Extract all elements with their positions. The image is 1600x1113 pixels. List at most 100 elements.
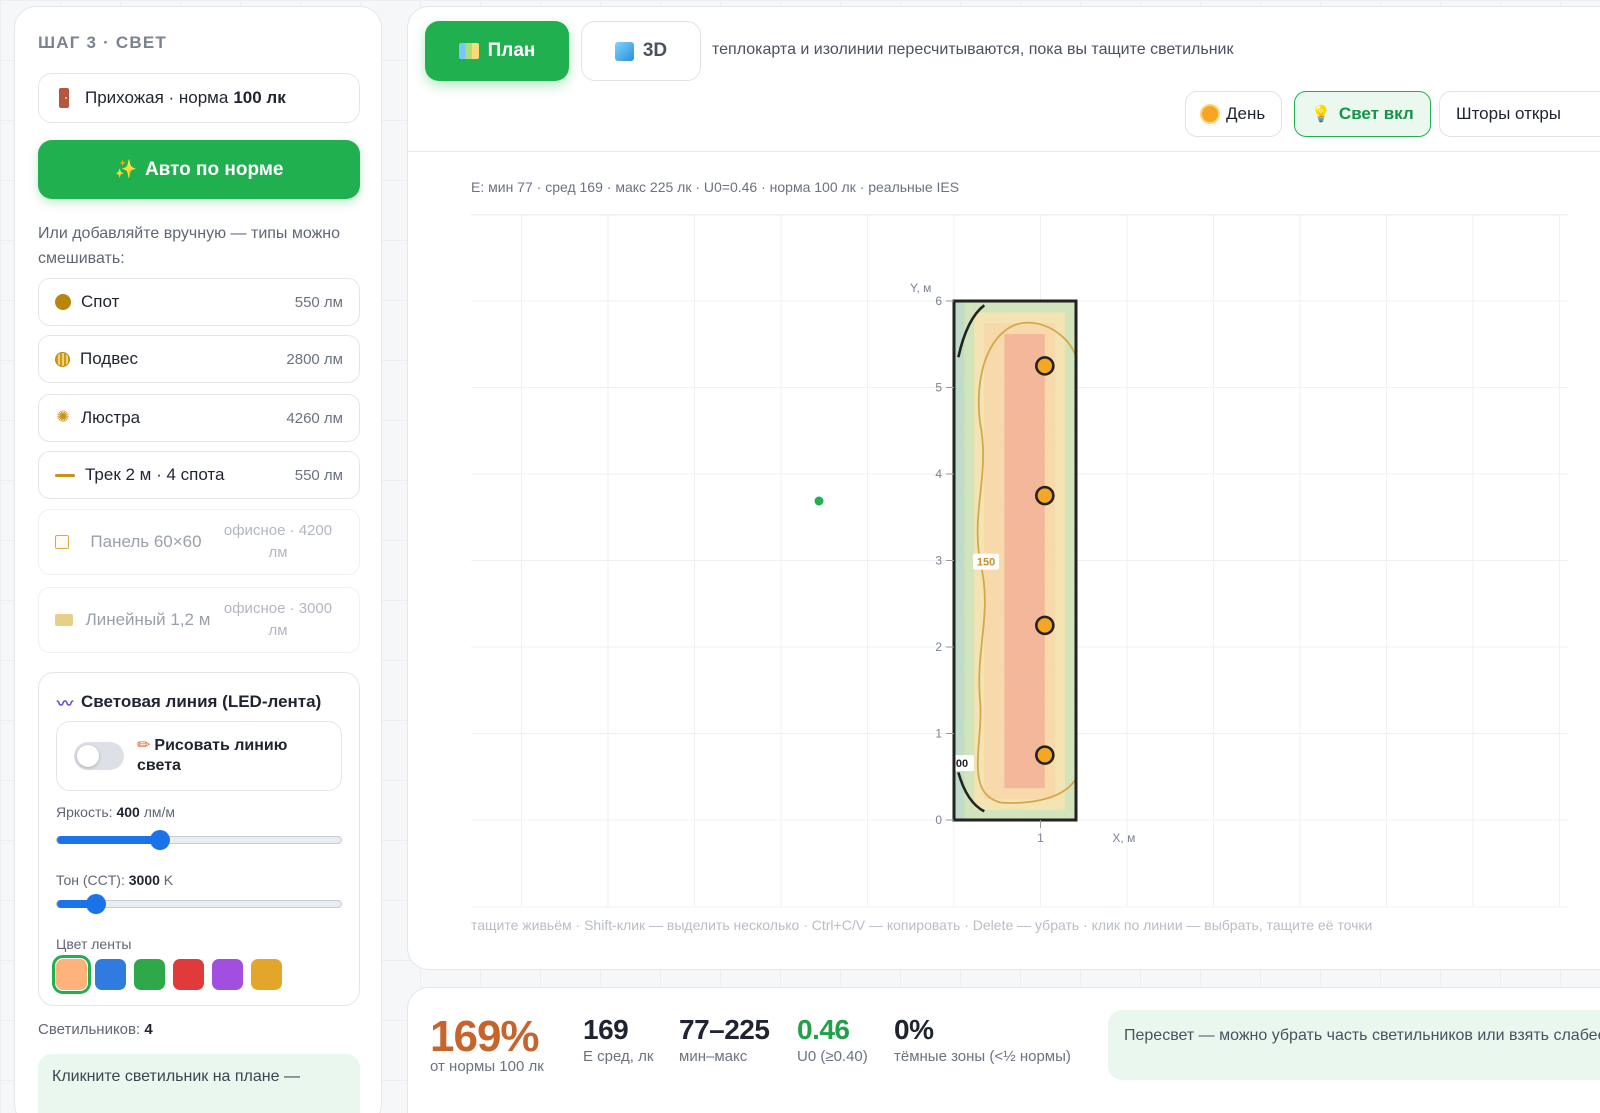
y-tick-label: 0 (935, 813, 942, 827)
tone-value: 3000 (128, 872, 160, 888)
led-title: 〰 Световая линия (LED-лента) (57, 690, 321, 714)
step-title: ШАГ 3 · СВЕТ (38, 33, 167, 52)
strip-color-swatch[interactable] (212, 959, 243, 990)
brightness-label: Яркость: 400 лм/м (56, 804, 175, 820)
y-axis-label: Y, м (910, 281, 931, 295)
kpi-value: 169% (430, 1012, 540, 1061)
y-tick-label: 2 (935, 640, 942, 654)
brightness-caption: Яркость: (56, 804, 113, 820)
plan-panel: План 3D теплокарта и изолинии пересчитыв… (407, 6, 1600, 970)
brightness-unit: лм/м (143, 804, 176, 820)
tone-slider[interactable] (56, 894, 342, 914)
spot-icon (55, 294, 71, 310)
fixture-count-value: 4 (144, 1021, 153, 1038)
fixture-name: Люстра (81, 408, 141, 427)
light-fixture-marker[interactable] (1035, 356, 1055, 376)
fixture-lumens: 4260 лм (286, 409, 343, 427)
kpi-avg: 169 E сред, лк (583, 1014, 653, 1065)
brightness-value: 400 (116, 804, 140, 820)
kpi-norm-percent: 169% от нормы 100 лк (430, 1012, 544, 1075)
fixture-name: Подвес (80, 349, 139, 368)
fixture-panel: Панель 60×60 офисное · 4200 лм (38, 509, 360, 575)
panel-icon (55, 535, 69, 549)
strip-color-swatch[interactable] (251, 959, 282, 990)
wave-icon: 〰 (57, 696, 74, 713)
fixture-name: Панель 60×60 (90, 532, 202, 551)
draw-line-label: ✏ Рисовать линию света (137, 736, 327, 776)
heatmap (954, 301, 1076, 820)
y-tick-label: 5 (935, 381, 942, 395)
kpi-value: 77–225 (679, 1014, 770, 1045)
auto-norm-button[interactable]: ✨ Авто по норме (38, 140, 360, 199)
tone-unit: K (163, 872, 174, 888)
fixture-name: Линейный 1,2 м (85, 610, 211, 629)
brightness-slider[interactable] (56, 830, 342, 850)
kpi-min-max: 77–225 мин–макс (679, 1014, 770, 1065)
led-strip-card: 〰 Световая линия (LED-лента) ✏ Рисовать л… (38, 672, 360, 1006)
y-tick-label: 4 (935, 467, 942, 481)
kpi-label: U0 (≥0.40) (797, 1048, 868, 1065)
draw-line-box[interactable]: ✏ Рисовать линию света (56, 721, 342, 791)
tone-label: Тон (CCT): 3000 K (56, 872, 173, 888)
fixture-chandelier[interactable]: ✺ Люстра 4260 лм (38, 394, 360, 442)
cursor-marker (814, 496, 824, 506)
pencil-icon: ✏ (137, 737, 151, 754)
room-label: Прихожая · норма (85, 88, 229, 107)
sparkle-icon: ✨ (114, 159, 137, 179)
y-tick-label: 1 (935, 727, 942, 741)
strip-color-label: Цвет ленты (56, 936, 132, 952)
stats-panel: 169% от нормы 100 лк 169 E сред, лк 77–2… (407, 987, 1600, 1113)
kpi-label: E сред, лк (583, 1048, 654, 1065)
kpi-value: 0% (894, 1014, 934, 1045)
left-panel: ШАГ 3 · СВЕТ Прихожая · норма 100 лк ✨ А… (14, 6, 382, 1113)
strip-color-swatches (52, 955, 282, 994)
room-badge[interactable]: Прихожая · норма 100 лк (38, 73, 360, 123)
y-tick-label: 6 (935, 294, 942, 308)
kpi-dark-zones: 0% тёмные зоны (<½ нормы) (894, 1014, 1071, 1065)
door-icon (59, 88, 69, 108)
brightness-slider-thumb[interactable] (150, 830, 170, 850)
kpi-uniformity: 0.46 U0 (≥0.40) (797, 1014, 868, 1065)
kpi-value: 0.46 (797, 1014, 850, 1045)
fixture-count-label: Светильников: (38, 1021, 141, 1038)
light-fixture-marker[interactable] (1035, 745, 1055, 765)
kpi-label: от нормы 100 лк (430, 1058, 544, 1075)
x-tick-label: 1 (1037, 831, 1044, 845)
fixture-lumens: офисное · 3000 лм (223, 600, 333, 639)
fixture-lumens: 550 лм (294, 466, 343, 484)
fixture-linear: Линейный 1,2 м офисное · 3000 лм (38, 587, 360, 653)
fixture-count: Светильников: 4 (38, 1021, 153, 1038)
kpi-label: тёмные зоны (<½ нормы) (894, 1048, 1071, 1065)
isoline-label: 150 (973, 553, 1000, 570)
draw-line-toggle[interactable] (74, 742, 124, 770)
auto-norm-label: Авто по норме (144, 158, 284, 180)
fixture-pendant[interactable]: Подвес 2800 лм (38, 335, 360, 383)
led-title-text: Световая линия (LED-лента) (81, 692, 322, 711)
light-fixture-marker[interactable] (1035, 615, 1055, 636)
manual-hint: Или добавляйте вручную — типы можно смеш… (38, 225, 341, 267)
strip-color-swatch[interactable] (134, 959, 165, 990)
fixture-lumens: 550 лм (294, 293, 343, 311)
fixture-lumens: офисное · 4200 лм (223, 522, 333, 561)
strip-color-swatch[interactable] (52, 955, 91, 994)
fixture-name: Трек 2 м · 4 спота (85, 465, 225, 484)
plan-hint: тащите живьём · Shift-клик — выделить не… (471, 917, 1373, 933)
floor-plan[interactable]: 150 00 0 1 2 3 4 5 6 1 Y, м X, м (408, 7, 1600, 971)
tone-slider-thumb[interactable] (86, 894, 106, 914)
svg-text:00: 00 (956, 758, 968, 770)
tone-caption: Тон (CCT): (56, 872, 125, 888)
light-fixture-marker[interactable] (1035, 485, 1055, 506)
fixture-track[interactable]: Трек 2 м · 4 спота 550 лм (38, 451, 360, 499)
fixture-name: Спот (81, 292, 120, 311)
draw-line-text: Рисовать линию света (137, 737, 288, 774)
strip-color-swatch[interactable] (95, 959, 126, 990)
strip-color-swatch[interactable] (173, 959, 204, 990)
fixture-lumens: 2800 лм (286, 350, 343, 368)
chandelier-icon: ✺ (56, 409, 70, 426)
room-norm: 100 лк (233, 88, 286, 107)
linear-icon (55, 614, 73, 626)
pendant-icon (55, 351, 70, 367)
svg-text:150: 150 (977, 557, 995, 569)
fixture-spot[interactable]: Спот 550 лм (38, 278, 360, 326)
x-axis-label: X, м (1112, 831, 1135, 845)
